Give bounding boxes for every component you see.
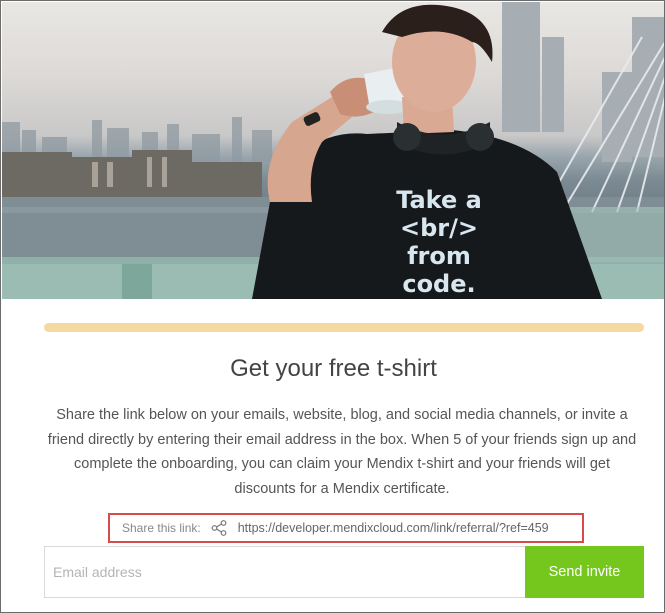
referral-page: Take a <br/> from code. Get your free t-… — [0, 0, 665, 613]
shirt-line-1: Take a — [396, 186, 482, 214]
shirt-line-2: <br/> — [400, 214, 478, 242]
page-title: Get your free t-shirt — [230, 355, 437, 382]
hero-photo: Take a <br/> from code. — [2, 2, 664, 299]
email-address-input[interactable] — [44, 546, 525, 598]
invite-form: Send invite — [44, 546, 644, 598]
hero-photo-illustration — [2, 2, 664, 299]
share-link-label: Share this link: — [122, 521, 201, 535]
send-invite-button[interactable]: Send invite — [525, 546, 644, 598]
referral-progress-bar — [44, 323, 644, 332]
shirt-slogan: Take a <br/> from code. — [374, 186, 504, 298]
referral-progress-fill — [44, 323, 644, 332]
referral-description: Share the link below on your emails, web… — [47, 407, 637, 497]
shirt-line-3: from code. — [402, 242, 476, 298]
share-icon[interactable] — [210, 519, 228, 537]
referral-link-url[interactable]: https://developer.mendixcloud.com/link/r… — [238, 521, 549, 535]
share-link-box: Share this link: https://developer.mendi… — [108, 513, 584, 543]
